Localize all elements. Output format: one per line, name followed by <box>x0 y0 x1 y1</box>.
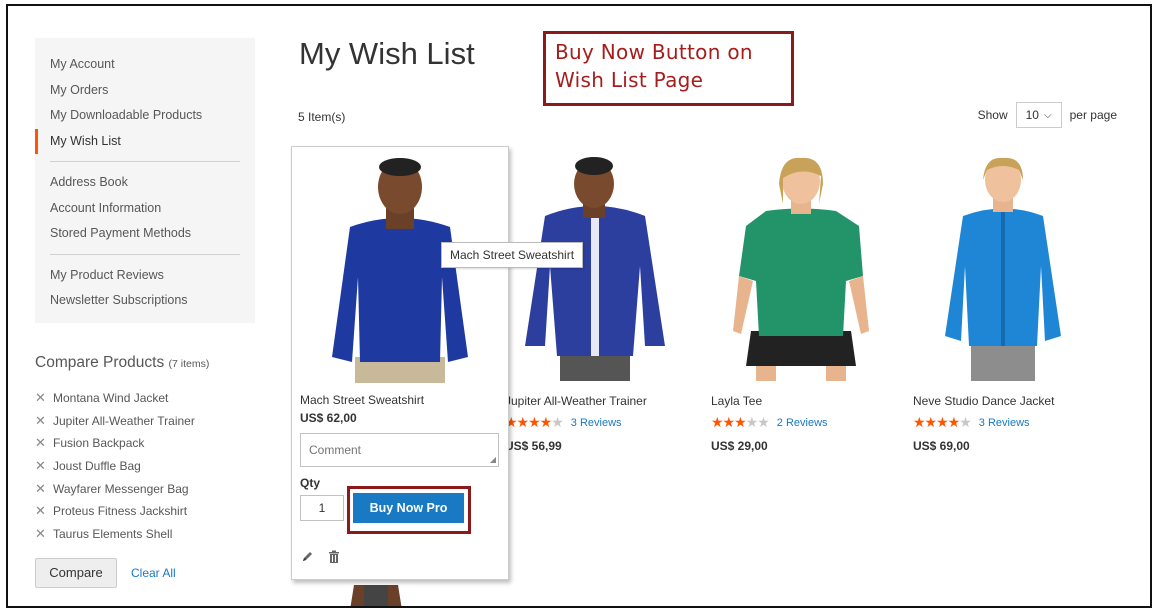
compare-item-link[interactable]: Proteus Fitness Jackshirt <box>53 500 187 523</box>
limiter: Show 10 ⌵ per page <box>978 102 1117 128</box>
page-frame: My Account My Orders My Downloadable Pro… <box>6 4 1152 608</box>
wishlist-item-hover-card: Mach Street Sweatshirt US$ 62,00 Comment… <box>291 146 509 580</box>
reviews-link[interactable]: 2 Reviews <box>777 417 828 429</box>
rating-stars: ★★★★★ <box>505 414 564 430</box>
compare-item-link[interactable]: Montana Wind Jacket <box>53 387 168 410</box>
compare-item: ✕ Montana Wind Jacket <box>35 387 255 410</box>
reviews-link[interactable]: 3 Reviews <box>979 417 1030 429</box>
limiter-show-label: Show <box>977 108 1008 122</box>
compare-item: ✕ Wayfarer Messenger Bag <box>35 478 255 501</box>
product-name-tooltip: Mach Street Sweatshirt <box>441 242 584 268</box>
page-title: My Wish List <box>299 36 475 71</box>
remove-x-icon[interactable]: ✕ <box>35 432 53 455</box>
product-item: Neve Studio Dance Jacket ★★★★★ 3 Reviews… <box>913 156 1093 453</box>
nav-my-orders[interactable]: My Orders <box>35 78 255 104</box>
product-image[interactable] <box>505 156 685 381</box>
nav-downloadable-products[interactable]: My Downloadable Products <box>35 103 255 129</box>
limiter-select[interactable]: 10 ⌵ <box>1015 102 1062 128</box>
compare-item-link[interactable]: Taurus Elements Shell <box>53 523 172 546</box>
clear-all-link[interactable]: Clear All <box>131 566 176 580</box>
product-name[interactable]: Jupiter All-Weather Trainer <box>505 394 685 408</box>
nav-stored-payment-methods[interactable]: Stored Payment Methods <box>35 221 255 247</box>
product-image[interactable] <box>300 157 500 383</box>
product-image[interactable] <box>711 156 891 381</box>
wishlist-item-actions <box>302 550 340 563</box>
compare-count: (7 items) <box>168 358 210 370</box>
rating-stars: ★★★★★ <box>913 414 972 430</box>
pencil-icon[interactable] <box>302 550 314 563</box>
nav-account-information[interactable]: Account Information <box>35 196 255 222</box>
trash-icon[interactable] <box>328 550 340 563</box>
product-rating: ★★★★★ 2 Reviews <box>711 414 891 431</box>
compare-list: ✕ Montana Wind Jacket ✕ Jupiter All-Weathe… <box>35 387 255 546</box>
comment-placeholder: Comment <box>309 443 362 457</box>
resize-handle-icon[interactable]: ◢ <box>490 455 496 464</box>
wishlist-item-price: US$ 62,00 <box>300 411 357 425</box>
remove-x-icon[interactable]: ✕ <box>35 410 53 433</box>
product-name[interactable]: Neve Studio Dance Jacket <box>913 394 1093 408</box>
nav-address-book[interactable]: Address Book <box>35 170 255 196</box>
qty-input[interactable]: 1 <box>300 495 344 521</box>
qty-label: Qty <box>300 476 321 490</box>
limiter-value: 10 <box>1025 108 1039 122</box>
nav-divider <box>50 253 240 255</box>
compare-item: ✕ Jupiter All-Weather Trainer <box>35 410 255 433</box>
remove-x-icon[interactable]: ✕ <box>35 478 53 501</box>
compare-item-link[interactable]: Joust Duffle Bag <box>53 455 141 478</box>
product-image[interactable] <box>913 156 1093 381</box>
compare-products-block: Compare Products (7 items) ✕ Montana Wind… <box>35 354 255 588</box>
product-item: Jupiter All-Weather Trainer ★★★★★ 3 Revi… <box>505 156 685 453</box>
product-rating: ★★★★★ 3 Reviews <box>913 414 1093 431</box>
compare-products-title: Compare Products (7 items) <box>35 354 255 372</box>
remove-x-icon[interactable]: ✕ <box>35 455 53 478</box>
product-price: US$ 69,00 <box>913 439 970 453</box>
compare-button[interactable]: Compare <box>35 557 117 588</box>
product-item: Layla Tee ★★★★★ 2 Reviews US$ 29,00 <box>711 156 891 453</box>
buy-now-button[interactable]: Buy Now Pro <box>353 493 464 523</box>
remove-x-icon[interactable]: ✕ <box>35 387 53 410</box>
compare-title-text: Compare Products <box>35 354 165 371</box>
product-price: US$ 29,00 <box>711 439 768 453</box>
wishlist-item-name[interactable]: Mach Street Sweatshirt <box>300 393 424 407</box>
reviews-link[interactable]: 3 Reviews <box>571 417 622 429</box>
compare-item-link[interactable]: Fusion Backpack <box>53 432 144 455</box>
product-price: US$ 56,99 <box>505 439 562 453</box>
product-image-partial <box>346 585 406 606</box>
compare-actions: Compare Clear All <box>35 557 255 588</box>
compare-item: ✕ Taurus Elements Shell <box>35 523 255 546</box>
comment-textarea[interactable]: Comment ◢ <box>300 433 499 467</box>
compare-item-link[interactable]: Jupiter All-Weather Trainer <box>53 410 195 433</box>
nav-product-reviews[interactable]: My Product Reviews <box>35 263 255 289</box>
compare-item: ✕ Joust Duffle Bag <box>35 455 255 478</box>
items-count: 5 Item(s) <box>298 110 346 124</box>
limiter-per-page-label: per page <box>1069 108 1117 122</box>
nav-newsletter-subscriptions[interactable]: Newsletter Subscriptions <box>35 288 255 314</box>
chevron-down-icon: ⌵ <box>1043 109 1052 121</box>
remove-x-icon[interactable]: ✕ <box>35 523 53 546</box>
rating-stars: ★★★★★ <box>711 414 770 430</box>
nav-my-wish-list[interactable]: My Wish List <box>35 128 255 154</box>
compare-item: ✕ Fusion Backpack <box>35 432 255 455</box>
product-rating: ★★★★★ 3 Reviews <box>505 414 685 431</box>
nav-divider <box>50 161 240 162</box>
compare-item-link[interactable]: Wayfarer Messenger Bag <box>53 478 189 501</box>
annotation-callout: Buy Now Button on Wish List Page <box>543 31 794 106</box>
account-navigation: My Account My Orders My Downloadable Pro… <box>35 38 255 323</box>
product-name[interactable]: Layla Tee <box>711 394 891 408</box>
remove-x-icon[interactable]: ✕ <box>35 500 53 523</box>
nav-my-account[interactable]: My Account <box>35 52 255 78</box>
compare-item: ✕ Proteus Fitness Jackshirt <box>35 500 255 523</box>
